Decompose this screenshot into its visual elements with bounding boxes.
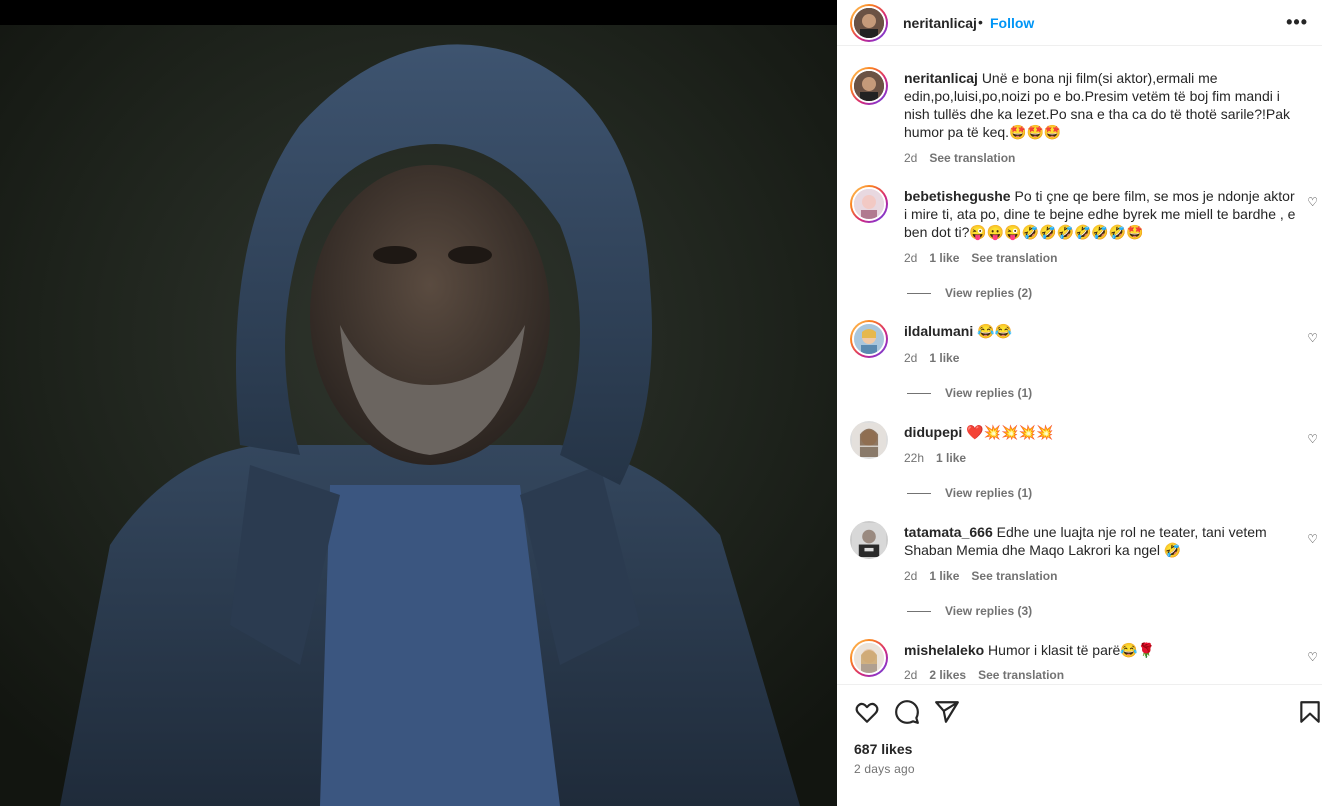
like-count[interactable]: 2 likes <box>929 668 966 682</box>
avatar[interactable] <box>850 185 888 223</box>
like-comment-heart-icon[interactable]: ♡ <box>1307 195 1318 209</box>
comment-text: tatamata_666 Edhe une luajta nje rol ne … <box>904 523 1298 559</box>
view-replies-label: View replies (3) <box>945 604 1033 618</box>
see-translation-link[interactable]: See translation <box>971 569 1057 583</box>
comment-username[interactable]: mishelaleko <box>904 642 984 658</box>
comment-item: ildalumani 😂😂 ♡ 2d 1 like View replies (… <box>837 320 1322 400</box>
comments-list[interactable]: neritanlicaj Unë e bona nji film(si akto… <box>837 47 1322 683</box>
caption: neritanlicaj Unë e bona nji film(si akto… <box>837 67 1322 177</box>
post-image[interactable] <box>0 25 837 806</box>
separator-dot: • <box>978 14 983 30</box>
replies-divider <box>907 492 931 494</box>
likes-count[interactable]: 687 likes <box>854 741 912 757</box>
view-replies-button[interactable]: View replies (1) <box>907 486 1032 500</box>
comment-username[interactable]: bebetishegushe <box>904 188 1011 204</box>
profile-picture-icon <box>854 324 884 354</box>
view-replies-button[interactable]: View replies (1) <box>907 386 1032 400</box>
timestamp: 2d <box>904 569 918 583</box>
like-comment-heart-icon[interactable]: ♡ <box>1307 331 1318 345</box>
like-count[interactable]: 1 like <box>936 451 966 465</box>
bookmark-icon[interactable] <box>1297 699 1322 725</box>
like-count[interactable]: 1 like <box>929 569 959 583</box>
like-comment-heart-icon[interactable]: ♡ <box>1307 532 1318 546</box>
comment-username[interactable]: didupepi <box>904 424 962 440</box>
comment-icon[interactable] <box>894 699 920 725</box>
avatar[interactable] <box>850 521 888 559</box>
see-translation-link[interactable]: See translation <box>978 668 1064 682</box>
like-comment-heart-icon[interactable]: ♡ <box>1307 650 1318 664</box>
view-replies-label: View replies (1) <box>945 486 1033 500</box>
hooded-man-image <box>0 25 837 806</box>
avatar[interactable] <box>850 421 888 459</box>
comment-item: didupepi ❤️💥💥💥💥 ♡ 22h 1 like View replie… <box>837 421 1322 501</box>
comment-meta: 22h 1 like <box>904 451 966 465</box>
comment-username[interactable]: tatamata_666 <box>904 524 993 540</box>
comment-text: mishelaleko Humor i klasit të parë😂🌹 <box>904 641 1298 659</box>
caption-meta: 2d See translation <box>904 151 1015 165</box>
avatar[interactable] <box>850 4 888 42</box>
profile-picture-icon <box>852 523 886 557</box>
timestamp: 2d <box>904 251 918 265</box>
see-translation-link[interactable]: See translation <box>929 151 1015 165</box>
profile-picture-icon <box>852 423 886 457</box>
caption-text: neritanlicaj Unë e bona nji film(si akto… <box>904 69 1298 141</box>
avatar[interactable] <box>850 67 888 105</box>
comment-meta: 2d 1 like <box>904 351 959 365</box>
avatar[interactable] <box>850 320 888 358</box>
comment-text: bebetishegushe Po ti çne qe bere film, s… <box>904 187 1298 241</box>
comment-meta: 2d 1 like See translation <box>904 569 1057 583</box>
comment-meta: 2d 1 like See translation <box>904 251 1057 265</box>
profile-picture-icon <box>854 71 884 101</box>
post-media <box>0 0 837 806</box>
share-icon[interactable] <box>934 699 960 725</box>
heart-icon[interactable] <box>854 699 880 725</box>
post-side-panel: neritanlicaj • Follow ••• neritanlicaj U… <box>837 0 1322 806</box>
comment-item: mishelaleko Humor i klasit të parë😂🌹 ♡ 2… <box>837 639 1322 683</box>
like-count[interactable]: 1 like <box>929 351 959 365</box>
comment-body: Humor i klasit të parë😂🌹 <box>988 642 1156 658</box>
replies-divider <box>907 610 931 612</box>
view-replies-label: View replies (1) <box>945 386 1033 400</box>
timestamp: 2d <box>904 351 918 365</box>
comment-username[interactable]: ildalumani <box>904 323 973 339</box>
post-header: neritanlicaj • Follow ••• <box>837 0 1322 46</box>
post-actions: 687 likes 2 days ago <box>837 684 1322 806</box>
avatar[interactable] <box>850 639 888 677</box>
timestamp: 22h <box>904 451 925 465</box>
comment-item: bebetishegushe Po ti çne qe bere film, s… <box>837 185 1322 300</box>
timestamp: 2d <box>904 668 918 682</box>
post-time: 2 days ago <box>854 762 915 776</box>
comment-body: ❤️💥💥💥💥 <box>966 424 1054 440</box>
view-replies-button[interactable]: View replies (2) <box>907 286 1032 300</box>
replies-divider <box>907 392 931 394</box>
like-count[interactable]: 1 like <box>929 251 959 265</box>
profile-picture-icon <box>854 8 884 38</box>
comment-item: tatamata_666 Edhe une luajta nje rol ne … <box>837 521 1322 621</box>
profile-picture-icon <box>854 643 884 673</box>
replies-divider <box>907 292 931 294</box>
comment-meta: 2d 2 likes See translation <box>904 668 1064 682</box>
profile-picture-icon <box>854 189 884 219</box>
timestamp: 2d <box>904 151 918 165</box>
author-username[interactable]: neritanlicaj <box>903 15 977 31</box>
comment-text: didupepi ❤️💥💥💥💥 <box>904 423 1298 441</box>
comment-text: ildalumani 😂😂 <box>904 322 1298 340</box>
more-options-icon[interactable]: ••• <box>1286 12 1308 33</box>
see-translation-link[interactable]: See translation <box>971 251 1057 265</box>
follow-button[interactable]: Follow <box>990 15 1034 31</box>
comment-body: 😂😂 <box>977 323 1012 339</box>
view-replies-label: View replies (2) <box>945 286 1033 300</box>
view-replies-button[interactable]: View replies (3) <box>907 604 1032 618</box>
caption-username[interactable]: neritanlicaj <box>904 70 978 86</box>
like-comment-heart-icon[interactable]: ♡ <box>1307 432 1318 446</box>
